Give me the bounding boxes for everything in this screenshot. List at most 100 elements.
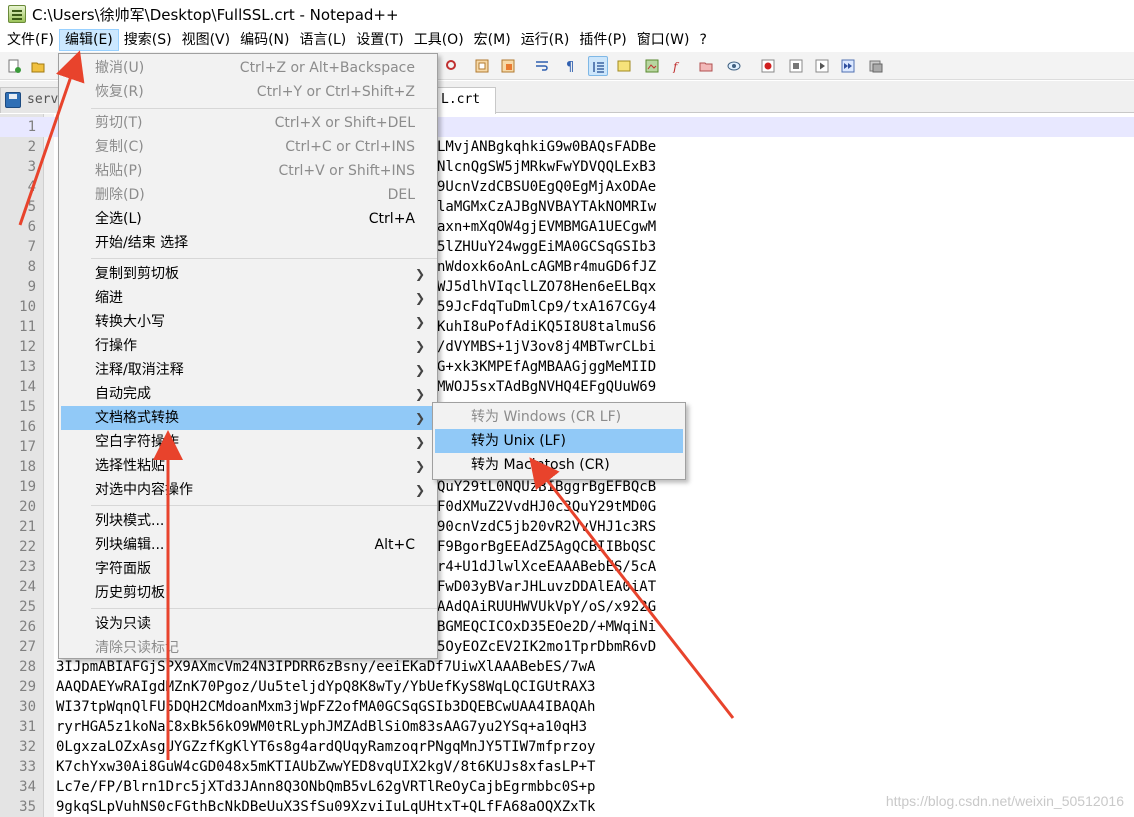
show-all-chars-button[interactable]: ¶ bbox=[560, 56, 580, 76]
line-text: F9BgorBgEEAdZ5AgQCBIIBbQSC bbox=[437, 539, 657, 555]
menu-indent[interactable]: 缩进 ❯ bbox=[61, 286, 435, 310]
user-defined-lang-button[interactable] bbox=[614, 56, 634, 76]
menu-cut[interactable]: 剪切(T) Ctrl+X or Shift+DEL bbox=[61, 111, 435, 135]
open-file-button[interactable] bbox=[28, 56, 48, 76]
line-number: 8 bbox=[27, 259, 36, 275]
line-number: 19 bbox=[19, 479, 36, 495]
line-number: 21 bbox=[19, 519, 36, 535]
code-line[interactable]: 31 ryrHGA5z1koNaC8xBk56kO9WM0tRLyphJMZAdB… bbox=[0, 717, 1134, 737]
play-icon bbox=[815, 59, 829, 73]
line-text: nWdoxk6oAnLcAGMBr4muGD6fJZ bbox=[437, 259, 657, 275]
edit-menu: 撤消(U) Ctrl+Z or Alt+Backspace 恢复(R) Ctrl+Y… bbox=[58, 53, 438, 659]
save-macro-icon bbox=[869, 60, 883, 73]
line-number: 18 bbox=[19, 459, 36, 475]
menu-undo[interactable]: 撤消(U) Ctrl+Z or Alt+Backspace bbox=[61, 56, 435, 80]
line-number: 3 bbox=[27, 159, 36, 175]
menu-character-panel[interactable]: 字符面版 bbox=[61, 557, 435, 581]
menu-eol-conversion[interactable]: 文档格式转换 ❯ bbox=[61, 406, 435, 430]
menu-help[interactable]: ? bbox=[695, 29, 712, 51]
code-line[interactable]: 33 K7chYxw30Ai8GuW4cGD048x5mKTIAUbZwwYED8… bbox=[0, 757, 1134, 777]
code-line[interactable]: 32 0LgxzaLOZxAsgUYGZzfKgKlYT6s8g4ardQUqyR… bbox=[0, 737, 1134, 757]
menu-copy-to-clipboard[interactable]: 复制到剪切板 ❯ bbox=[61, 262, 435, 286]
menu-run[interactable]: 运行(R) bbox=[516, 29, 575, 51]
monitoring-button[interactable] bbox=[724, 56, 744, 76]
menu-paste[interactable]: 粘贴(P) Ctrl+V or Shift+INS bbox=[61, 159, 435, 183]
tab-label: L.crt bbox=[441, 92, 481, 107]
menu-on-selection[interactable]: 对选中内容操作 ❯ bbox=[61, 478, 435, 502]
menu-window[interactable]: 窗口(W) bbox=[632, 29, 695, 51]
line-text: ryrHGA5z1koNaC8xBk56kO9WM0tRLyphJMZAdBlS… bbox=[56, 719, 588, 735]
run-macro-multiple-button[interactable] bbox=[838, 56, 858, 76]
menu-search[interactable]: 搜索(S) bbox=[119, 29, 177, 51]
menu-separator bbox=[91, 258, 437, 259]
line-text: QuY29tL0NQUzBIBggrBgEFBQcB bbox=[437, 479, 657, 495]
tab-fullssl[interactable]: L.crt✕ bbox=[434, 87, 496, 131]
eol-windows[interactable]: 转为 Windows (CR LF) bbox=[435, 405, 683, 429]
indent-guide-button[interactable] bbox=[588, 56, 608, 76]
zoom-in-button[interactable] bbox=[472, 56, 492, 76]
menu-tools[interactable]: 工具(O) bbox=[409, 29, 469, 51]
menu-column-mode[interactable]: 列块模式... bbox=[61, 509, 435, 533]
zoom-out-button[interactable] bbox=[498, 56, 518, 76]
title-bar: C:\Users\徐帅军\Desktop\FullSSL.crt - Notep… bbox=[0, 0, 1134, 28]
zoom-out-icon bbox=[501, 59, 515, 73]
menu-file[interactable]: 文件(F) bbox=[2, 29, 59, 51]
menu-clipboard-history[interactable]: 历史剪切板 bbox=[61, 581, 435, 605]
menu-redo[interactable]: 恢复(R) Ctrl+Y or Ctrl+Shift+Z bbox=[61, 80, 435, 104]
menu-bar: 文件(F) 编辑(E) 搜索(S) 视图(V) 编码(N) 语言(L) 设置(T… bbox=[0, 28, 1134, 52]
menu-language[interactable]: 语言(L) bbox=[295, 29, 352, 51]
svg-text:¶: ¶ bbox=[566, 60, 574, 73]
code-line[interactable]: 29 AAQDAEYwRAIgdMZnK70Pgoz/Uu5teljdYpQ8K8… bbox=[0, 677, 1134, 697]
save-macro-button[interactable] bbox=[866, 56, 886, 76]
submenu-arrow-icon: ❯ bbox=[414, 363, 425, 377]
line-number: 9 bbox=[27, 279, 36, 295]
menu-select-all[interactable]: 全选(L) Ctrl+A bbox=[61, 207, 435, 231]
menu-clear-read-only[interactable]: 清除只读标记 bbox=[61, 636, 435, 660]
line-text: 9gkqSLpVuhNS0cFGthBcNkDBeUuX3SfSu09XzviI… bbox=[56, 799, 596, 815]
find-button[interactable] bbox=[442, 56, 462, 76]
menu-begin-end-select[interactable]: 开始/结束 选择 bbox=[61, 231, 435, 255]
menu-column-editor[interactable]: 列块编辑... Alt+C bbox=[61, 533, 435, 557]
new-file-button[interactable] bbox=[4, 56, 24, 76]
menu-settings[interactable]: 设置(T) bbox=[351, 29, 408, 51]
line-text: laMGMxCzAJBgNVBAYTAkNOMRIw bbox=[437, 199, 657, 215]
menu-comment[interactable]: 注释/取消注释 ❯ bbox=[61, 358, 435, 382]
function-list-button[interactable]: f bbox=[668, 56, 688, 76]
menu-copy[interactable]: 复制(C) Ctrl+C or Ctrl+INS bbox=[61, 135, 435, 159]
menu-blank-operations[interactable]: 空白字符操作 ❯ bbox=[61, 430, 435, 454]
menu-separator bbox=[91, 108, 437, 109]
line-text: BGMEQCICOxD35EOe2D/+MWqiNi bbox=[437, 619, 657, 635]
code-line[interactable]: 28 3IJpmABIAFGjSPX9AXmcVm24N3IPDRR6zBsny/… bbox=[0, 657, 1134, 677]
submenu-arrow-icon: ❯ bbox=[414, 459, 425, 473]
menu-auto-completion[interactable]: 自动完成 ❯ bbox=[61, 382, 435, 406]
menu-view[interactable]: 视图(V) bbox=[177, 29, 236, 51]
menu-line-operations[interactable]: 行操作 ❯ bbox=[61, 334, 435, 358]
line-text: K7chYxw30Ai8GuW4cGD048x5mKTIAUbZwwYED8vq… bbox=[56, 759, 596, 775]
line-text: AAdQAiRUUHWVUkVpY/oS/x922G bbox=[437, 599, 657, 615]
stop-macro-button[interactable] bbox=[786, 56, 806, 76]
eol-unix[interactable]: 转为 Unix (LF) bbox=[435, 429, 683, 453]
menu-delete[interactable]: 删除(D) DEL bbox=[61, 183, 435, 207]
tab-serv[interactable]: serv bbox=[0, 87, 62, 113]
menu-plugins[interactable]: 插件(P) bbox=[574, 29, 631, 51]
folder-workspace-button[interactable] bbox=[696, 56, 716, 76]
record-macro-button[interactable] bbox=[758, 56, 778, 76]
line-text: axn+mXqOW4gjEVMBMGA1UECgwM bbox=[437, 219, 657, 235]
menu-paste-special[interactable]: 选择性粘贴 ❯ bbox=[61, 454, 435, 478]
menu-edit[interactable]: 编辑(E) bbox=[58, 29, 119, 51]
menu-set-read-only[interactable]: 设为只读 bbox=[61, 612, 435, 636]
eol-macintosh[interactable]: 转为 Macintosh (CR) bbox=[435, 453, 683, 477]
menu-convert-case[interactable]: 转换大小写 ❯ bbox=[61, 310, 435, 334]
doc-map-button[interactable] bbox=[642, 56, 662, 76]
line-number: 16 bbox=[19, 419, 36, 435]
submenu-arrow-icon: ❯ bbox=[414, 387, 425, 401]
play-macro-button[interactable] bbox=[812, 56, 832, 76]
word-wrap-button[interactable] bbox=[532, 56, 552, 76]
menu-encoding[interactable]: 编码(N) bbox=[235, 29, 294, 51]
line-number: 26 bbox=[19, 619, 36, 635]
code-line[interactable]: 30 WI37tpWqnQlFU5DQH2CMdoanMxm3jWpFZ2ofMA… bbox=[0, 697, 1134, 717]
line-number: 29 bbox=[19, 679, 36, 695]
line-text: WI37tpWqnQlFU5DQH2CMdoanMxm3jWpFZ2ofMA0G… bbox=[56, 699, 596, 715]
menu-macro[interactable]: 宏(M) bbox=[469, 29, 516, 51]
line-number: 10 bbox=[19, 299, 36, 315]
